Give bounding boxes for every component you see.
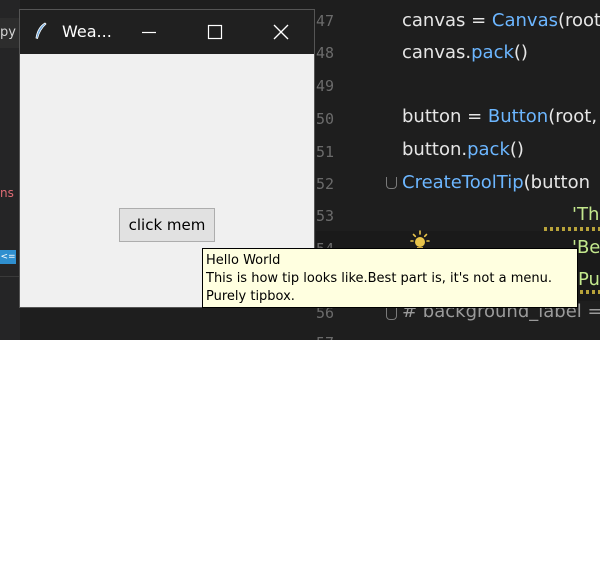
left-badge: <= bbox=[0, 250, 16, 264]
maximize-button[interactable] bbox=[192, 10, 238, 54]
left-divider bbox=[0, 276, 20, 277]
maximize-icon bbox=[207, 24, 223, 40]
window-titlebar[interactable]: Wea... bbox=[20, 10, 314, 54]
left-text-fragment: ns bbox=[0, 186, 14, 200]
line-number: 57 bbox=[316, 334, 334, 340]
window-title: Wea... bbox=[62, 22, 112, 41]
line-number: 50 bbox=[316, 110, 335, 128]
code-token: Canvas bbox=[491, 10, 558, 31]
line-number: 48 bbox=[316, 44, 335, 62]
code-line-52: CreateToolTip(button bbox=[402, 172, 590, 193]
line-number: 53 bbox=[316, 207, 335, 225]
code-line-55: Pu bbox=[578, 269, 600, 290]
close-icon bbox=[273, 24, 289, 40]
tooltip: Hello World This is how tip looks like.B… bbox=[202, 248, 578, 308]
code-token: () bbox=[509, 139, 524, 160]
code-token: pack bbox=[467, 139, 510, 160]
editor-tab-fragment[interactable]: py bbox=[0, 18, 20, 48]
fold-icon[interactable] bbox=[386, 177, 397, 189]
code-token: button = bbox=[402, 106, 488, 127]
code-token: (root bbox=[558, 10, 600, 31]
tooltip-line: Purely tipbox. bbox=[206, 289, 295, 304]
warning-squiggle bbox=[544, 227, 600, 231]
code-line-47: canvas = Canvas(root bbox=[402, 10, 600, 31]
code-token: Button bbox=[487, 106, 549, 127]
tooltip-line: Hello World bbox=[206, 253, 281, 268]
feather-icon bbox=[35, 22, 47, 40]
code-token: () bbox=[513, 42, 528, 63]
click-mem-button[interactable]: click mem bbox=[119, 208, 215, 242]
close-button[interactable] bbox=[258, 10, 304, 54]
code-token: (root, bbox=[548, 106, 598, 127]
code-token: canvas = bbox=[402, 10, 492, 31]
tooltip-line: This is how tip looks like.Best part is,… bbox=[206, 271, 552, 286]
minimize-button[interactable] bbox=[126, 10, 172, 54]
left-editor-strip: py ns <= bbox=[0, 0, 20, 340]
code-token: (button bbox=[523, 172, 591, 193]
code-token: pack bbox=[471, 42, 514, 63]
minimize-icon bbox=[142, 31, 156, 34]
line-number: 51 bbox=[316, 143, 335, 161]
code-line-48: canvas.pack() bbox=[402, 42, 528, 63]
line-number: 49 bbox=[316, 77, 335, 95]
code-line-53: 'Th bbox=[572, 204, 600, 225]
line-number: 47 bbox=[316, 12, 335, 30]
code-line-51: button.pack() bbox=[402, 139, 524, 160]
code-line-50: button = Button(root, bbox=[402, 106, 597, 127]
fold-icon[interactable] bbox=[386, 308, 397, 320]
desktop-screen: py ns <= 47 48 49 50 51 52 53 54 55 56 5… bbox=[0, 0, 600, 340]
code-token: canvas. bbox=[402, 42, 472, 63]
code-token: CreateToolTip bbox=[402, 172, 524, 193]
code-token: button. bbox=[402, 139, 468, 160]
line-number: 52 bbox=[316, 175, 335, 193]
